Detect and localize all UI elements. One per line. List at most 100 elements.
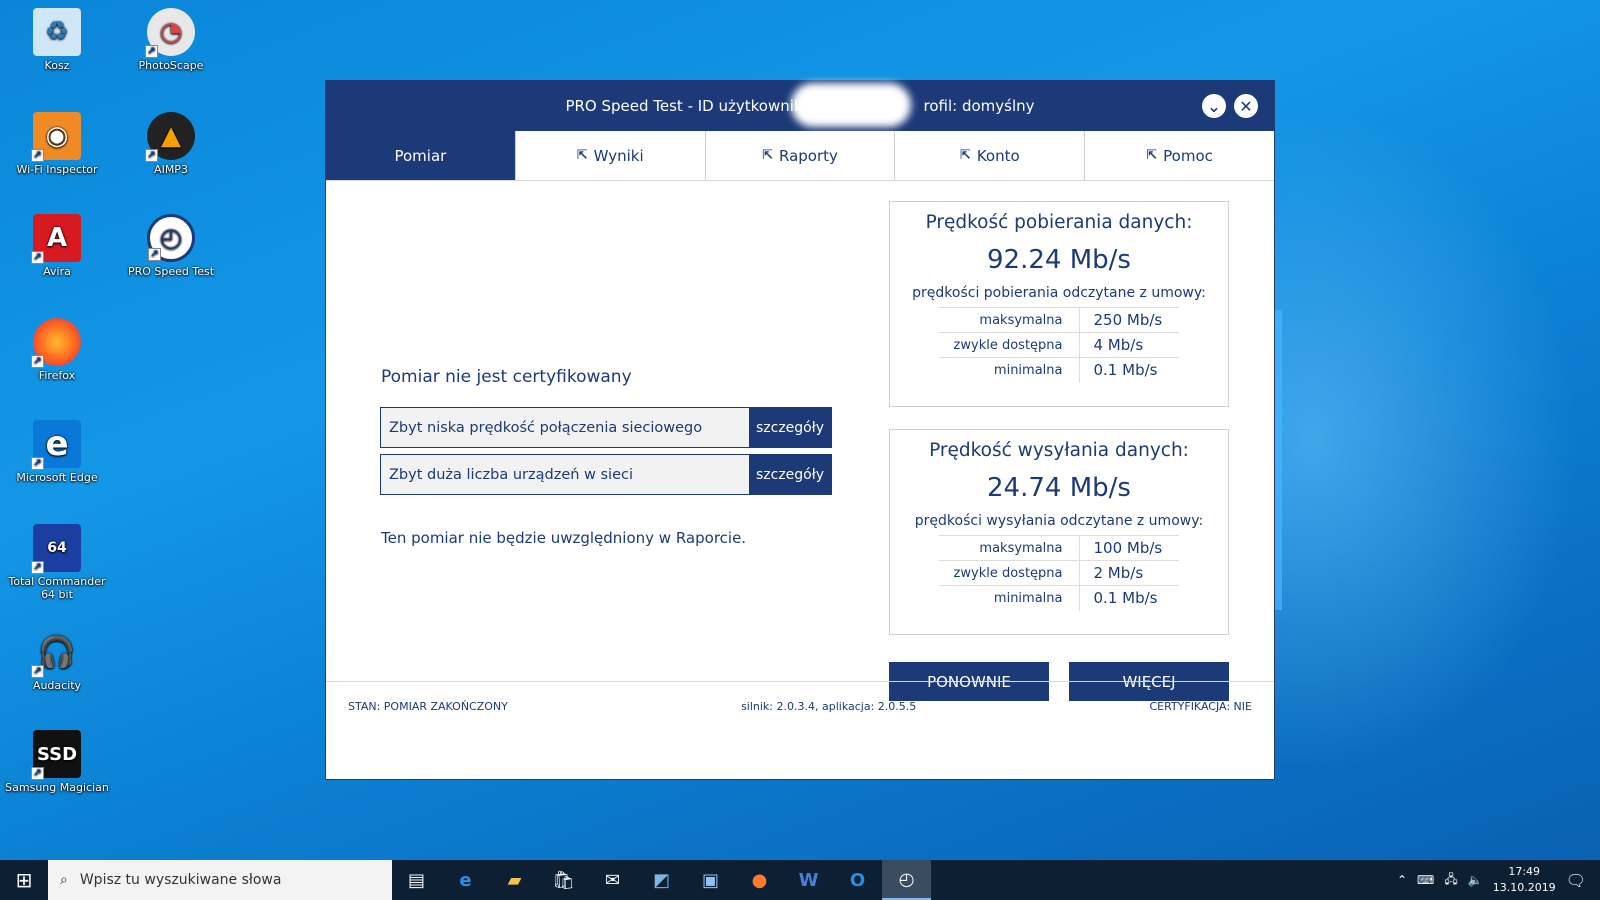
table-row: zwykle dostępna 2 Mb/s xyxy=(939,560,1179,586)
aimp-icon: ▲ ↗ xyxy=(145,112,195,162)
desktop-icon-label: Samsung Magician xyxy=(5,781,109,794)
desktop-icon-label: Microsoft Edge xyxy=(16,471,98,484)
tab-pomiar[interactable]: Pomiar xyxy=(326,131,516,180)
main-tabs: Pomiar ⇱ Wyniki ⇱ Raporty ⇱ Konto ⇱ Pomoc xyxy=(326,131,1274,181)
row-value: 4 Mb/s xyxy=(1079,332,1179,358)
row-key: minimalna xyxy=(939,357,1080,383)
row-key: zwykle dostępna xyxy=(939,560,1080,586)
wifi-inspector-icon: ◉ ↗ xyxy=(31,112,81,162)
desktop-icon-pro-speed-test[interactable]: ◴ ↗ PRO Speed Test xyxy=(115,214,227,278)
start-button[interactable]: ⊞ xyxy=(0,860,48,900)
network-app-icon[interactable]: ◩ xyxy=(637,860,686,900)
row-value: 0.1 Mb/s xyxy=(1079,585,1179,611)
avira-icon: A ↗ xyxy=(31,214,81,264)
total-commander-icon: 64 ↗ xyxy=(31,524,81,574)
samsung-magician-icon: SSD ↗ xyxy=(31,730,81,780)
window-titlebar[interactable]: PRO Speed Test - ID użytkownika rofil: do… xyxy=(326,81,1274,131)
word-icon[interactable]: W xyxy=(784,860,833,900)
desktop-icon-kosz[interactable]: ♻ Kosz xyxy=(1,8,113,72)
minimize-chevron-icon[interactable]: ⌄ xyxy=(1202,94,1226,118)
search-placeholder: Wpisz tu wyszukiwane słowa xyxy=(79,872,282,888)
row-value: 100 Mb/s xyxy=(1079,535,1179,561)
speedtest-icon: ◴ ↗ xyxy=(147,214,195,262)
desktop-icon-label: Audacity xyxy=(32,679,82,692)
download-contract-table: maksymalna 250 Mb/s zwykle dostępna 4 Mb/s… xyxy=(939,307,1179,383)
download-speed-card: Prędkość pobierania danych: 92.24 Mb/s p… xyxy=(889,201,1229,407)
firefox-icon: ↗ xyxy=(31,318,81,368)
keyboard-icon[interactable]: ⌨ xyxy=(1417,873,1434,887)
upload-contract-table: maksymalna 100 Mb/s zwykle dostępna 2 Mb/s… xyxy=(939,535,1179,611)
issue-row: Zbyt duża liczba urządzeń w sieci szczeg… xyxy=(380,454,832,495)
external-link-icon: ⇱ xyxy=(762,148,773,163)
file-explorer-icon[interactable]: ▰ xyxy=(490,860,539,900)
tab-konto[interactable]: ⇱ Konto xyxy=(895,131,1086,180)
clock-time: 17:49 xyxy=(1508,865,1541,878)
outlook-icon[interactable]: O xyxy=(833,860,882,900)
notifications-icon[interactable]: 🗨 xyxy=(1566,871,1586,890)
speedtest-taskbar-icon[interactable]: ◴ xyxy=(882,860,931,900)
desktop-icon-avira[interactable]: A ↗ Avira xyxy=(1,214,113,278)
measurement-panel: Pomiar nie jest certyfikowany Zbyt niska… xyxy=(326,181,1274,731)
upload-speed-value: 24.74 Mb/s xyxy=(987,473,1131,503)
status-state: STAN: POMIAR ZAKOŃCZONY xyxy=(348,700,508,713)
row-value: 0.1 Mb/s xyxy=(1079,357,1179,383)
search-icon: ⌕ xyxy=(60,872,68,888)
desktop-icon-aimp[interactable]: ▲ ↗ AIMP3 xyxy=(115,112,227,176)
edge-icon: e ↗ xyxy=(31,420,81,470)
tab-raporty[interactable]: ⇱ Raporty xyxy=(705,131,896,180)
download-title: Prędkość pobierania danych: xyxy=(925,212,1193,233)
chevron-up-icon[interactable]: ⌃ xyxy=(1397,873,1407,887)
external-link-icon: ⇱ xyxy=(959,148,971,163)
table-row: maksymalna 100 Mb/s xyxy=(939,535,1179,561)
row-key: zwykle dostępna xyxy=(939,332,1080,358)
desktop-icon-label: Wi-Fi Inspector xyxy=(16,163,98,176)
taskbar: ⊞ ⌕ Wpisz tu wyszukiwane słowa ▤ e ▰ 🛍 ✉… xyxy=(0,860,1600,900)
status-certification: CERTYFIKACJA: NIE xyxy=(1149,700,1252,713)
network-icon[interactable]: 🖧 xyxy=(1444,870,1457,891)
upload-contract-subtitle: prędkości wysyłania odczytane z umowy: xyxy=(914,513,1204,529)
store-icon[interactable]: 🛍 xyxy=(539,860,588,900)
desktop-icon-label: Total Commander 64 bit xyxy=(8,575,106,601)
tab-pomoc[interactable]: ⇱ Pomoc xyxy=(1085,131,1274,180)
upload-speed-card: Prędkość wysyłania danych: 24.74 Mb/s pr… xyxy=(889,429,1229,635)
control-panel-icon[interactable]: ▣ xyxy=(686,860,735,900)
desktop-icon-edge[interactable]: e ↗ Microsoft Edge xyxy=(1,420,113,484)
report-note: Ten pomiar nie będzie uwzględniony w Rap… xyxy=(381,529,747,547)
edge-taskbar-icon[interactable]: e xyxy=(441,860,490,900)
row-value: 2 Mb/s xyxy=(1079,560,1179,586)
volume-icon[interactable]: 🔈 xyxy=(1468,873,1483,887)
details-button[interactable]: szczegóły xyxy=(749,455,831,494)
not-certified-heading: Pomiar nie jest certyfikowany xyxy=(381,367,632,387)
close-icon[interactable]: ✕ xyxy=(1234,94,1258,118)
status-bar: STAN: POMIAR ZAKOŃCZONY silnik: 2.0.3.4,… xyxy=(326,681,1274,731)
redacted-user-id xyxy=(791,83,911,127)
task-view-icon[interactable]: ▤ xyxy=(392,860,441,900)
table-row: minimalna 0.1 Mb/s xyxy=(939,357,1179,383)
firefox-taskbar-icon[interactable]: ● xyxy=(735,860,784,900)
desktop-icon-photoscape[interactable]: ◔ ↗ PhotoScape xyxy=(115,8,227,72)
row-key: maksymalna xyxy=(939,307,1080,333)
desktop-icon-total-commander[interactable]: 64 ↗ Total Commander 64 bit xyxy=(1,524,113,601)
desktop-icon-label: PRO Speed Test xyxy=(127,265,215,278)
external-link-icon: ⇱ xyxy=(576,148,588,163)
desktop-icon-firefox[interactable]: ↗ Firefox xyxy=(1,318,113,382)
row-value: 250 Mb/s xyxy=(1079,307,1179,333)
windows-logo-icon: ⊞ xyxy=(15,868,33,892)
desktop-icon-label: Kosz xyxy=(44,59,70,72)
desktop-icon-label: AIMP3 xyxy=(154,163,188,176)
row-key: minimalna xyxy=(939,585,1080,611)
desktop-icon-label: PhotoScape xyxy=(138,59,204,72)
desktop-icon-samsung-magician[interactable]: SSD ↗ Samsung Magician xyxy=(1,730,113,794)
desktop-icon-audacity[interactable]: 🎧 ↗ Audacity xyxy=(1,628,113,692)
row-key: maksymalna xyxy=(939,535,1080,561)
desktop-icon-wifi-inspector[interactable]: ◉ ↗ Wi-Fi Inspector xyxy=(1,112,113,176)
desktop-icon-label: Avira xyxy=(43,265,71,278)
mail-icon[interactable]: ✉ xyxy=(588,860,637,900)
clock[interactable]: 17:49 13.10.2019 xyxy=(1493,864,1556,896)
tab-label: Pomoc xyxy=(1163,146,1213,165)
upload-title: Prędkość wysyłania danych: xyxy=(929,440,1189,461)
tab-wyniki[interactable]: ⇱ Wyniki xyxy=(515,131,706,180)
taskbar-search[interactable]: ⌕ Wpisz tu wyszukiwane słowa xyxy=(48,860,392,900)
details-button[interactable]: szczegóły xyxy=(749,408,831,447)
tab-label: Raporty xyxy=(778,146,838,165)
